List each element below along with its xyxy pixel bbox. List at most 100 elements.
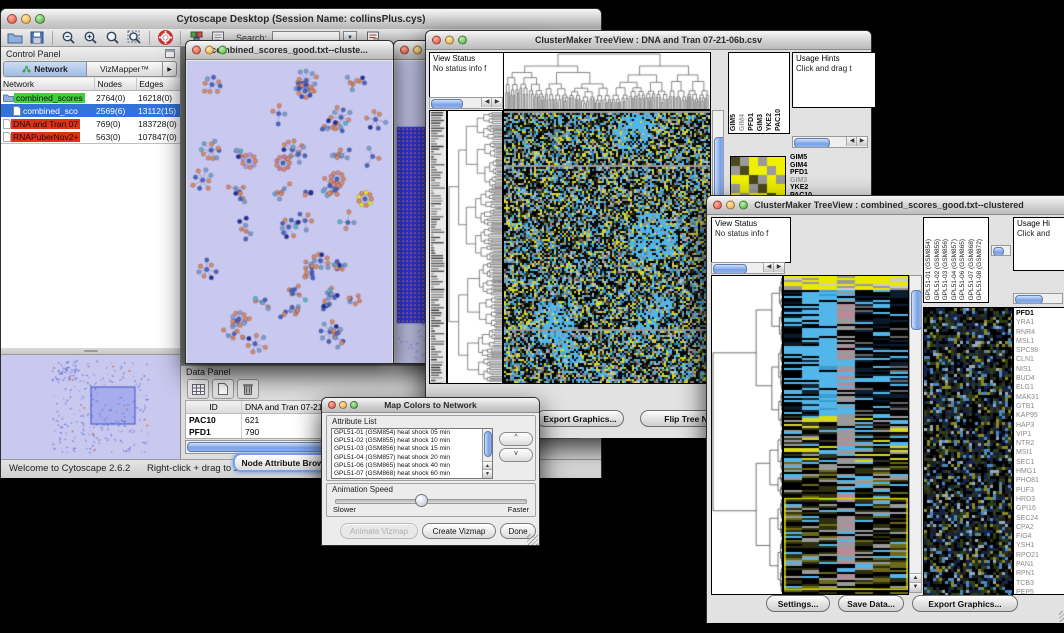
usage-hints-hscrollbar[interactable]: ◀▶ xyxy=(792,136,868,148)
gene-label[interactable]: VIP1 xyxy=(1016,430,1062,439)
gene-label[interactable]: HAP3 xyxy=(1016,421,1062,430)
attribute-item[interactable]: GPL51-04 (GSM857) heat shock 20 min xyxy=(332,454,492,462)
attribute-item[interactable]: GPL51-01 (GSM854) heat shock 05 min xyxy=(332,429,492,437)
minimize-button[interactable] xyxy=(413,46,422,55)
minimize-button[interactable] xyxy=(445,36,454,45)
row-label[interactable]: YKE2 xyxy=(790,184,868,192)
gene-label[interactable]: HMG1 xyxy=(1016,467,1062,476)
attribute-item[interactable]: GPL51-02 (GSM855) heat shock 10 min xyxy=(332,437,492,445)
save-session-button[interactable] xyxy=(27,30,47,46)
attribute-item[interactable]: GPL51-07 (GSM868) heat shock 60 min xyxy=(332,470,492,478)
column-label[interactable]: GIM4 xyxy=(739,114,747,131)
gene-label[interactable]: RNR4 xyxy=(1016,328,1062,337)
zoom-window-button[interactable] xyxy=(218,46,227,55)
column-label[interactable]: GPL51-08 (GSM872) xyxy=(976,239,984,300)
column-label[interactable]: GPL51-04 (GSM857) xyxy=(951,239,959,300)
column-edges[interactable]: Edges xyxy=(137,78,180,90)
tab-vizmapper[interactable]: VizMapper™ xyxy=(87,61,163,77)
resize-grip[interactable] xyxy=(527,534,538,545)
gene-label[interactable]: PFD1 xyxy=(1016,309,1062,318)
zoom-window-button[interactable] xyxy=(458,36,467,45)
column-label[interactable]: GIM3 xyxy=(757,114,765,131)
view-status-hscrollbar[interactable]: ◀▶ xyxy=(711,262,785,274)
view-status-hscrollbar[interactable]: ◀▶ xyxy=(429,97,503,109)
delete-attribute-button[interactable] xyxy=(237,379,259,399)
move-down-button[interactable]: v xyxy=(499,448,533,462)
column-dendrogram[interactable] xyxy=(503,52,711,110)
gene-label[interactable]: BUD4 xyxy=(1016,374,1062,383)
gene-label[interactable]: HRD3 xyxy=(1016,495,1062,504)
close-button[interactable] xyxy=(192,46,201,55)
gene-label[interactable]: SPC98 xyxy=(1016,346,1062,355)
gene-label[interactable]: PEP5 xyxy=(1016,588,1062,595)
attribute-list[interactable]: GPL51-01 (GSM854) heat shock 05 minGPL51… xyxy=(331,428,493,479)
gene-label[interactable]: RPO21 xyxy=(1016,551,1062,560)
zoom-fit-button[interactable] xyxy=(124,30,144,46)
gene-label[interactable]: NIS1 xyxy=(1016,365,1062,374)
column-label[interactable]: GPL51-03 (GSM856) xyxy=(942,239,950,300)
column-label[interactable]: GPL51-06 (GSM865) xyxy=(959,239,967,300)
zoom-window-button[interactable] xyxy=(350,401,358,409)
gene-label[interactable]: SEC1 xyxy=(1016,458,1062,467)
network-view-titlebar[interactable]: combined_scores_good.txt--cluste... xyxy=(186,41,393,60)
gene-list-hscrollbar[interactable] xyxy=(1013,293,1063,304)
resize-grip[interactable] xyxy=(1059,611,1064,622)
close-button[interactable] xyxy=(328,401,336,409)
open-session-button[interactable] xyxy=(5,30,25,46)
network-row-rnapuber[interactable]: RNAPuberNov2+ 563(0) 107847(0) xyxy=(1,130,180,143)
attribute-list-vscrollbar[interactable]: ▲ ▼ xyxy=(482,429,492,478)
gene-label[interactable]: KAP95 xyxy=(1016,411,1062,420)
select-attributes-button[interactable] xyxy=(187,379,209,399)
gene-label[interactable]: GPI16 xyxy=(1016,504,1062,513)
float-panel-icon[interactable] xyxy=(165,49,175,58)
hscrollbar-thumb[interactable] xyxy=(431,99,463,109)
gene-label[interactable]: ELG1 xyxy=(1016,383,1062,392)
heatmap-vscrollbar[interactable]: ▲▼ xyxy=(909,275,922,593)
overview-canvas[interactable] xyxy=(1,355,179,459)
column-labels-hscrollbar[interactable] xyxy=(991,245,1011,256)
gene-label[interactable]: GTB1 xyxy=(1016,402,1062,411)
close-button[interactable] xyxy=(7,14,17,24)
minimize-button[interactable] xyxy=(339,401,347,409)
network-overview-panel[interactable] xyxy=(1,354,180,459)
gene-name-strip[interactable] xyxy=(429,110,447,384)
row-label[interactable]: PFD1 xyxy=(790,169,868,177)
minimize-button[interactable] xyxy=(21,14,31,24)
attribute-item[interactable]: GPL51-03 (GSM856) heat shock 15 min xyxy=(332,445,492,453)
row-dendrogram[interactable] xyxy=(447,110,503,384)
hscrollbar-thumb[interactable] xyxy=(187,442,331,452)
vscrollbar-thumb[interactable] xyxy=(484,431,492,457)
column-label[interactable]: GIM5 xyxy=(730,114,738,131)
zoom-window-button[interactable] xyxy=(739,201,748,210)
hscrollbar-thumb[interactable] xyxy=(1015,295,1043,304)
help-button[interactable] xyxy=(155,30,175,46)
export-graphics-button[interactable]: Export Graphics... xyxy=(536,410,624,427)
treeview2-titlebar[interactable]: ClusterMaker TreeView : combined_scores_… xyxy=(707,196,1064,215)
network-row-dna-tran[interactable]: DNA and Tran 07 769(0) 183728(0) xyxy=(1,117,180,130)
animation-speed-slider[interactable] xyxy=(335,499,527,504)
column-label[interactable]: GPL51-01 (GSM854) xyxy=(925,239,933,300)
heatmap-canvas[interactable] xyxy=(503,110,711,384)
gene-label[interactable]: NTR2 xyxy=(1016,439,1062,448)
save-data-button[interactable]: Save Data... xyxy=(838,595,904,612)
gene-label[interactable]: CPA2 xyxy=(1016,523,1062,532)
gene-label[interactable]: YRA1 xyxy=(1016,318,1062,327)
column-label[interactable]: PFD1 xyxy=(748,113,756,131)
column-label[interactable]: PAC10 xyxy=(775,109,783,131)
column-nodes[interactable]: Nodes xyxy=(95,78,137,90)
gene-label[interactable]: MSL1 xyxy=(1016,337,1062,346)
row-dendrogram[interactable] xyxy=(711,275,783,595)
column-network[interactable]: Network xyxy=(1,78,95,90)
zoom-out-button[interactable] xyxy=(58,30,78,46)
gene-label[interactable]: PAN1 xyxy=(1016,560,1062,569)
network-canvas[interactable] xyxy=(187,61,392,363)
gene-label[interactable]: PHO81 xyxy=(1016,476,1062,485)
main-titlebar[interactable]: Cytoscape Desktop (Session Name: collins… xyxy=(1,9,601,30)
close-button[interactable] xyxy=(400,46,409,55)
gene-label[interactable]: SEC24 xyxy=(1016,514,1062,523)
create-vizmap-button[interactable]: Create Vizmap xyxy=(422,523,496,539)
gene-label[interactable]: TCB3 xyxy=(1016,579,1062,588)
secondary-heatmap[interactable] xyxy=(923,307,1013,597)
gene-label[interactable]: RPN1 xyxy=(1016,569,1062,578)
row-label[interactable]: GIM5 xyxy=(790,154,868,162)
